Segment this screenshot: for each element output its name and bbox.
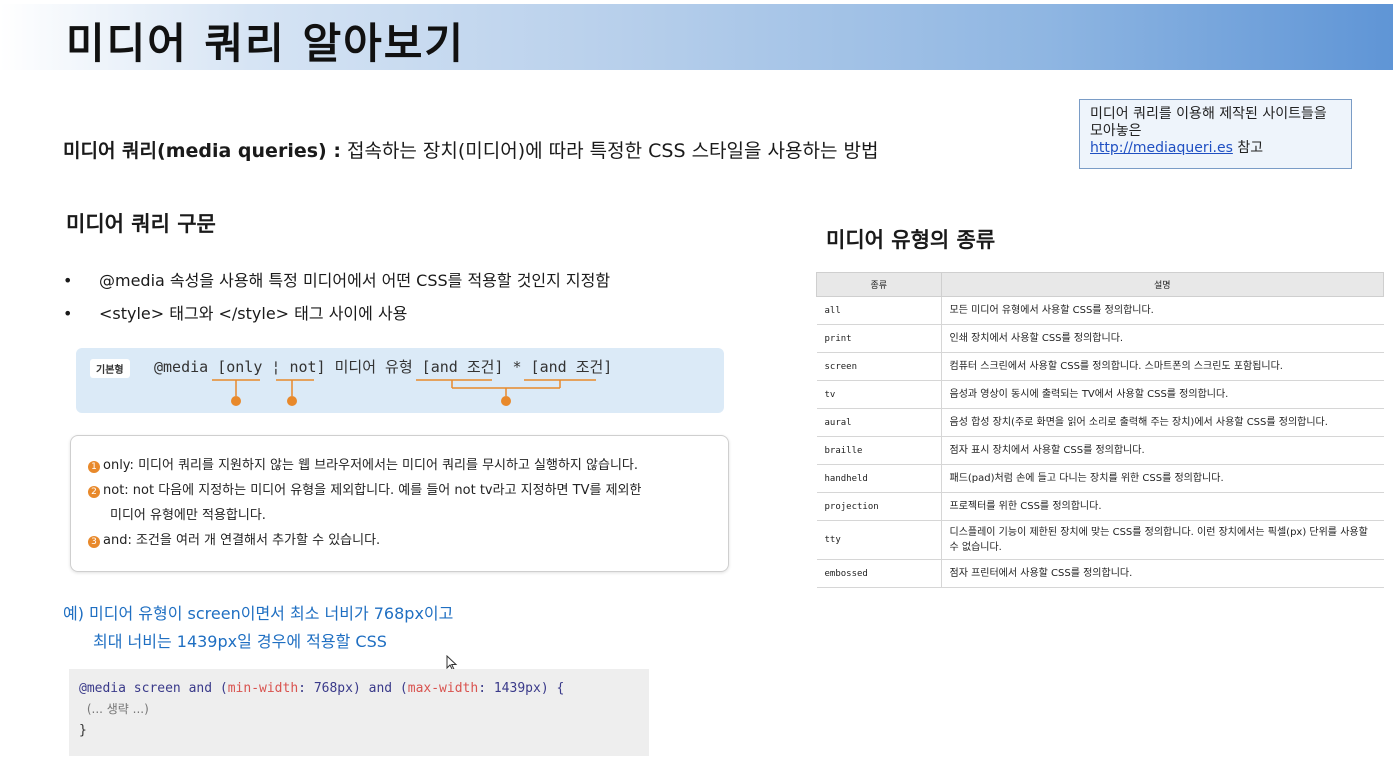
types-heading: 미디어 유형의 종류 [826,228,996,252]
definition-term: 미디어 쿼리(media queries) : [63,140,341,162]
bullet-item: • <style> 태그와 </style> 태그 사이에 사용 [63,301,610,334]
syntax-heading: 미디어 쿼리 구문 [66,212,216,236]
explain-not-cont: 미디어 유형에만 적용합니다. [110,508,266,523]
explain-and: 3 and: 조건을 여러 개 연결해서 추가할 수 있습니다. [88,528,728,553]
column-header-desc: 설명 [940,272,1384,297]
explain-only: 1 only: 미디어 쿼리를 지원하지 않는 웹 브라우저에서는 미디어 쿼리를… [88,453,728,478]
note-text: 미디어 쿼리를 이용해 제작된 사이트들을 모아놓은 [1090,106,1327,139]
number-2-icon: 2 [88,486,100,498]
table-row: embossed 점자 프린터에서 사용할 CSS를 정의합니다. [816,559,1384,588]
media-types-table: 종류 설명 all 모든 미디어 유형에서 사용할 CSS를 정의합니다. pri… [816,272,1384,588]
definition: 미디어 쿼리(media queries) : 접속하는 장치(미디어)에 따라… [63,136,878,163]
table-row: projection 프로젝터를 위한 CSS를 정의합니다. [816,492,1384,521]
column-header-type: 종류 [816,272,942,297]
bullet-dot-icon: • [63,304,73,323]
example-line-1: 예) 미디어 유형이 screen이면서 최소 너비가 768px이고 [63,604,454,623]
table-row: print 인쇄 장치에서 사용할 CSS를 정의합니다. [816,324,1384,353]
syntax-box: 기본형 @media [only ¦ not] 미디어 유형 [and 조건] … [76,348,724,413]
page-title: 미디어 쿼리 알아보기 [66,19,466,68]
table-row: tty 디스플레이 기능이 제한된 장치에 맞는 CSS를 정의합니다. 이런 장… [816,520,1384,560]
note-link[interactable]: http://mediaqueri.es [1090,140,1233,156]
marker-2-icon [287,396,297,406]
code-line-3: } [79,723,87,738]
marker-1-icon [231,396,241,406]
definition-text: 접속하는 장치(미디어)에 따라 특정한 CSS 스타일을 사용하는 방법 [340,140,879,162]
note-suffix: 참고 [1232,140,1264,156]
bullet-item: • @media 속성을 사용해 특정 미디어에서 어떤 CSS를 적용할 것인지… [63,268,610,301]
explain-not: 2 not: not 다음에 지정하는 미디어 유형을 제외합니다. 예를 들어 … [88,478,728,503]
syntax-markers [212,379,596,406]
code-line-1: @media screen and (min-width: 768px) and… [79,681,565,696]
table-row: screen 컴퓨터 스크린에서 사용할 CSS를 정의합니다. 스마트폰의 스크… [816,352,1384,381]
example-text: 예) 미디어 유형이 screen이면서 최소 너비가 768px이고 최대 너… [63,600,453,656]
table-row: braille 점자 표시 장치에서 사용할 CSS를 정의합니다. [816,436,1384,465]
number-1-icon: 1 [88,461,100,473]
table-row: all 모든 미디어 유형에서 사용할 CSS를 정의합니다. [816,296,1384,325]
note-box: 미디어 쿼리를 이용해 제작된 사이트들을 모아놓은 http://mediaq… [1079,99,1352,169]
code-line-2: (... 생략 ...) [86,702,149,716]
example-code-box: @media screen and (min-width: 768px) and… [69,669,649,756]
syntax-bullets: • @media 속성을 사용해 특정 미디어에서 어떤 CSS를 적용할 것인지… [63,268,610,334]
table-header-row: 종류 설명 [816,272,1384,297]
table-row: handheld 패드(pad)처럼 손에 들고 다니는 장치를 위한 CSS를 … [816,464,1384,493]
explain-box: 1 only: 미디어 쿼리를 지원하지 않는 웹 브라우저에서는 미디어 쿼리를… [70,435,729,572]
title-bar: 미디어 쿼리 알아보기 [0,4,1393,70]
number-3-icon: 3 [88,536,100,548]
table-row: tv 음성과 영상이 동시에 출력되는 TV에서 사용할 CSS를 정의합니다. [816,380,1384,409]
table-row: aural 음성 합성 장치(주로 화면을 읽어 소리로 출력해 주는 장치)에서… [816,408,1384,437]
bullet-dot-icon: • [63,271,73,290]
example-line-2: 최대 너비는 1439px일 경우에 적용할 CSS [93,632,387,651]
marker-3-icon [501,396,511,406]
